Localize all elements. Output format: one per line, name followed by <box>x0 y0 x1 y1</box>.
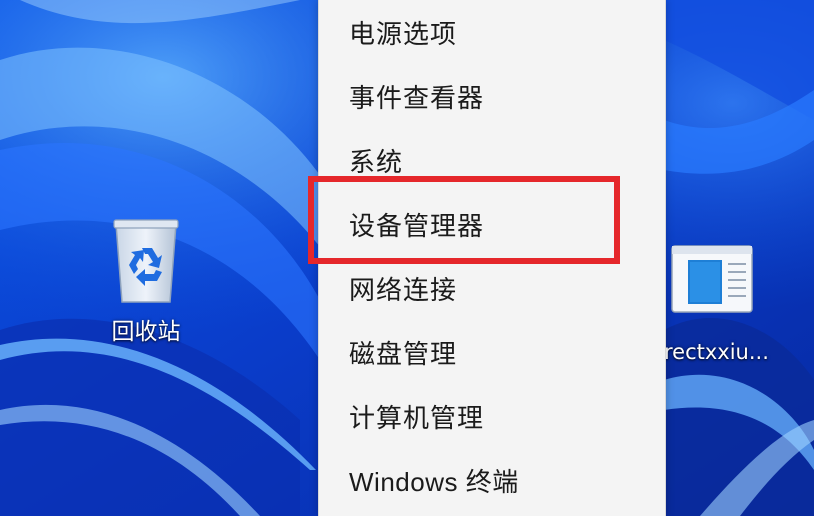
menu-item-computer-management[interactable]: 计算机管理 <box>319 386 665 446</box>
menu-item-disk-management[interactable]: 磁盘管理 <box>319 322 665 382</box>
winx-context-menu: 电源选项 事件查看器 系统 设备管理器 网络连接 磁盘管理 计算机管理 Wind… <box>318 0 666 516</box>
document-file-icon <box>670 244 754 316</box>
menu-item-windows-terminal[interactable]: Windows 终端 <box>319 450 665 510</box>
menu-item-device-manager[interactable]: 设备管理器 <box>319 194 665 254</box>
recycle-bin-shortcut[interactable]: 回收站 <box>96 212 196 346</box>
recycle-bin-icon <box>104 212 188 308</box>
menu-item-event-viewer[interactable]: 事件查看器 <box>319 66 665 126</box>
desktop-file-shortcut[interactable]: rectxxiu... <box>664 244 814 364</box>
desktop: 回收站 rectxxiu... 电源选项 事件查看器 系统 设备管理器 网络连接… <box>0 0 814 516</box>
file-label: rectxxiu... <box>664 340 769 364</box>
menu-item-power-options[interactable]: 电源选项 <box>319 2 665 62</box>
recycle-bin-label: 回收站 <box>111 319 181 345</box>
menu-item-network-connections[interactable]: 网络连接 <box>319 258 665 318</box>
menu-item-system[interactable]: 系统 <box>319 130 665 190</box>
